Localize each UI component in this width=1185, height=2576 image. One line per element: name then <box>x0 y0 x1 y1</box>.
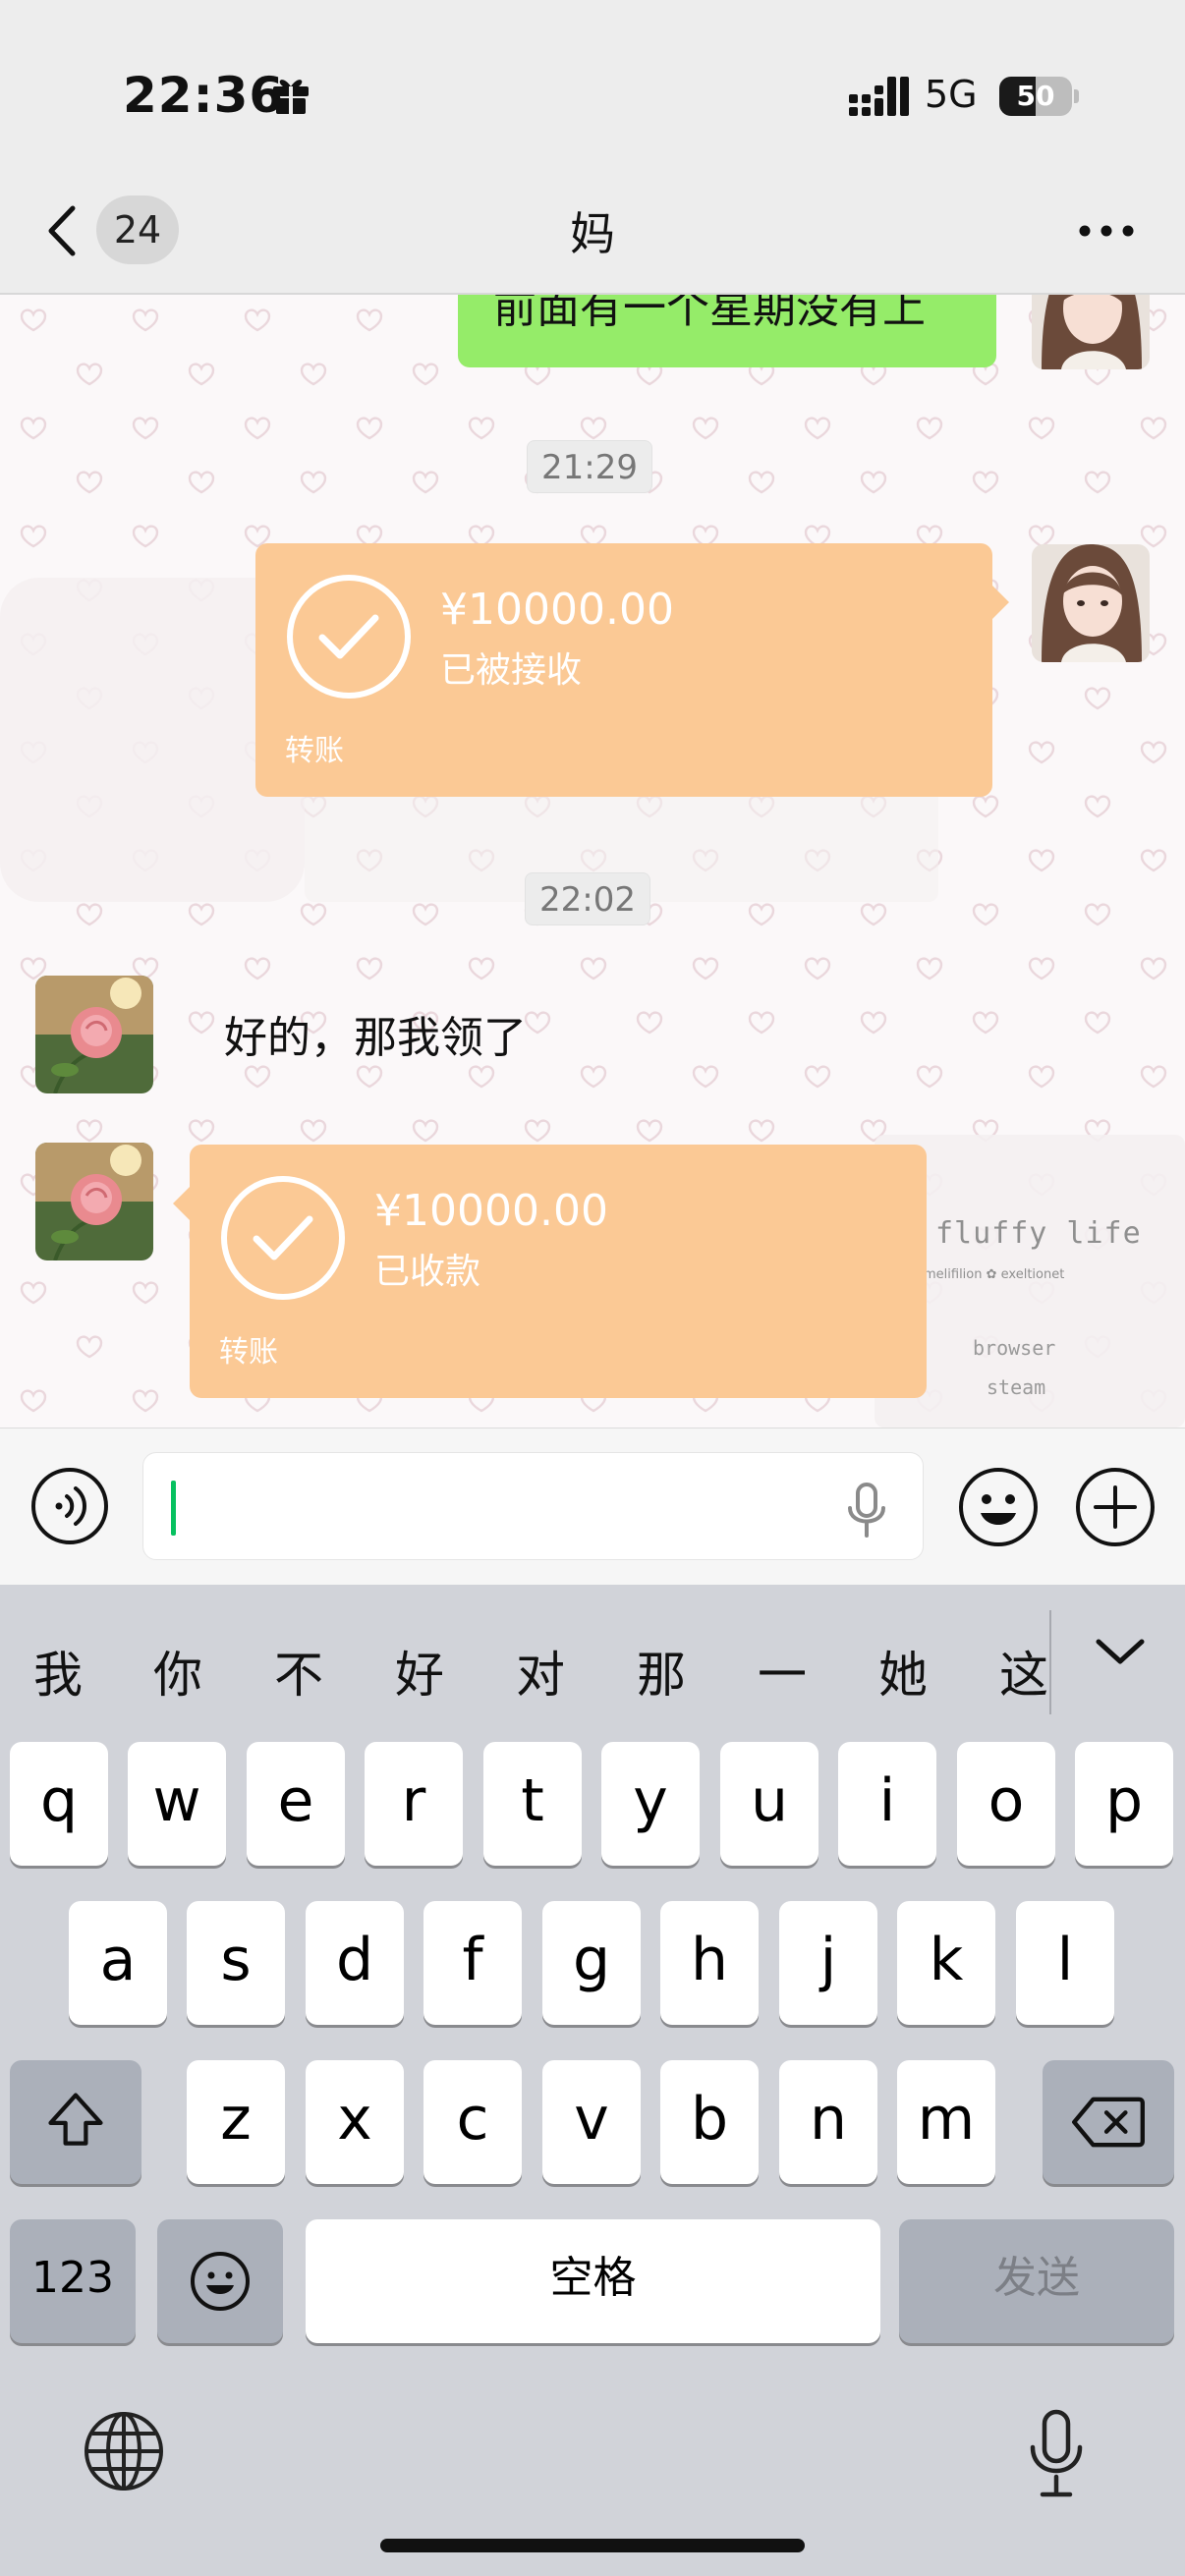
key-d[interactable]: d <box>306 1901 404 2025</box>
candidate-word[interactable]: 好 <box>395 1636 444 1707</box>
contact-avatar[interactable] <box>35 1143 153 1260</box>
transfer-amount: ¥10000.00 <box>374 1186 608 1236</box>
shift-icon <box>48 2093 103 2146</box>
chevron-down-icon[interactable] <box>1091 1632 1150 1671</box>
delete-key[interactable] <box>1043 2060 1174 2184</box>
key-s[interactable]: s <box>187 1901 285 2025</box>
incoming-text-message[interactable]: 好的，那我领了 <box>224 1002 527 1065</box>
transfer-status: 已被接收 <box>440 650 583 691</box>
key-m[interactable]: m <box>897 2060 995 2184</box>
key-o[interactable]: o <box>957 1742 1055 1866</box>
candidate-word[interactable]: 这 <box>999 1636 1048 1707</box>
key-c[interactable]: c <box>423 2060 522 2184</box>
key-j[interactable]: j <box>779 1901 877 2025</box>
message-input-field[interactable] <box>142 1452 924 1560</box>
candidate-word[interactable]: 你 <box>153 1636 202 1707</box>
space-key[interactable]: 空格 <box>306 2219 880 2343</box>
candidate-word[interactable]: 我 <box>33 1636 83 1707</box>
candidate-divider <box>1049 1610 1051 1714</box>
checkmark-circle-icon <box>287 575 411 699</box>
home-indicator <box>380 2539 805 2552</box>
shift-key[interactable] <box>10 2060 141 2184</box>
key-w[interactable]: w <box>128 1742 226 1866</box>
keyboard: 我 你 不 好 对 那 一 她 这 q w e r t y u i o p a … <box>0 1585 1185 2576</box>
key-u[interactable]: u <box>720 1742 818 1866</box>
voice-icon[interactable] <box>29 1466 110 1546</box>
emoji-icon[interactable] <box>957 1466 1040 1548</box>
transfer-label: 转账 <box>219 1335 278 1370</box>
send-key[interactable]: 发送 <box>899 2219 1174 2343</box>
bubble-tail <box>991 585 1009 620</box>
wallpaper-item: browser <box>973 1336 1056 1360</box>
candidate-word[interactable]: 那 <box>637 1636 686 1707</box>
mic-icon[interactable] <box>839 1481 894 1540</box>
candidate-word[interactable]: 她 <box>878 1636 928 1707</box>
checkmark-circle-icon <box>221 1176 345 1300</box>
message-text: 前面有一个星期没有上 <box>493 295 926 333</box>
key-b[interactable]: b <box>660 2060 759 2184</box>
key-e[interactable]: e <box>247 1742 345 1866</box>
message-input[interactable] <box>173 1453 841 1559</box>
status-time: 22:36 <box>123 67 285 124</box>
key-z[interactable]: z <box>187 2060 285 2184</box>
candidate-word[interactable]: 不 <box>274 1636 323 1707</box>
key-y[interactable]: y <box>601 1742 700 1866</box>
back-chevron-icon[interactable] <box>39 196 88 265</box>
wallpaper-title: fluffy life <box>935 1216 1142 1251</box>
more-options-icon[interactable] <box>1077 221 1136 241</box>
unread-count-badge[interactable]: 24 <box>96 196 179 264</box>
my-avatar[interactable] <box>1032 295 1150 369</box>
battery-icon: 50 <box>999 77 1079 116</box>
outgoing-text-bubble[interactable]: 前面有一个星期没有上 <box>458 295 996 367</box>
transfer-card-received[interactable]: ¥10000.00 已收款 转账 <box>173 1145 927 1398</box>
key-p[interactable]: p <box>1075 1742 1173 1866</box>
candidate-bar: 我 你 不 好 对 那 一 她 这 <box>0 1585 1185 1732</box>
key-l[interactable]: l <box>1016 1901 1114 2025</box>
gift-icon <box>273 80 309 114</box>
numbers-key[interactable]: 123 <box>10 2219 136 2343</box>
input-bar <box>0 1428 1185 1585</box>
candidate-word[interactable]: 一 <box>758 1636 807 1707</box>
transfer-status: 已收款 <box>374 1252 481 1292</box>
key-h[interactable]: h <box>660 1901 759 2025</box>
key-n[interactable]: n <box>779 2060 877 2184</box>
key-t[interactable]: t <box>483 1742 582 1866</box>
signal-icon <box>849 77 909 116</box>
message-timestamp: 21:29 <box>527 440 652 493</box>
emoji-icon <box>191 2252 250 2311</box>
chat-area[interactable]: fluffy life melifilion ✿ exeltionet brow… <box>0 295 1185 1428</box>
key-x[interactable]: x <box>306 2060 404 2184</box>
transfer-amount: ¥10000.00 <box>440 585 674 635</box>
key-a[interactable]: a <box>69 1901 167 2025</box>
bubble-tail <box>173 1186 191 1221</box>
key-k[interactable]: k <box>897 1901 995 2025</box>
network-type: 5G <box>925 73 978 116</box>
my-avatar[interactable] <box>1032 544 1150 662</box>
key-g[interactable]: g <box>542 1901 641 2025</box>
contact-avatar[interactable] <box>35 976 153 1093</box>
candidate-word[interactable]: 对 <box>516 1636 565 1707</box>
globe-icon[interactable] <box>83 2410 165 2492</box>
wallpaper-item: steam <box>987 1375 1046 1399</box>
transfer-label: 转账 <box>285 734 344 768</box>
key-r[interactable]: r <box>365 1742 463 1866</box>
plus-icon[interactable] <box>1074 1466 1157 1548</box>
wallpaper-subtitle: melifilion ✿ exeltionet <box>924 1267 1065 1282</box>
status-bar: 22:36 5G 50 <box>0 0 1185 177</box>
message-timestamp: 22:02 <box>525 872 650 925</box>
transfer-card-sent[interactable]: ¥10000.00 已被接收 转账 <box>255 543 1009 797</box>
emoji-key[interactable] <box>157 2219 283 2343</box>
dictation-icon[interactable] <box>1025 2408 1088 2500</box>
key-v[interactable]: v <box>542 2060 641 2184</box>
chat-title: 妈 <box>570 207 615 260</box>
key-i[interactable]: i <box>838 1742 936 1866</box>
battery-level: 50 <box>1016 80 1055 112</box>
key-q[interactable]: q <box>10 1742 108 1866</box>
delete-icon <box>1072 2097 1145 2148</box>
key-f[interactable]: f <box>423 1901 522 2025</box>
